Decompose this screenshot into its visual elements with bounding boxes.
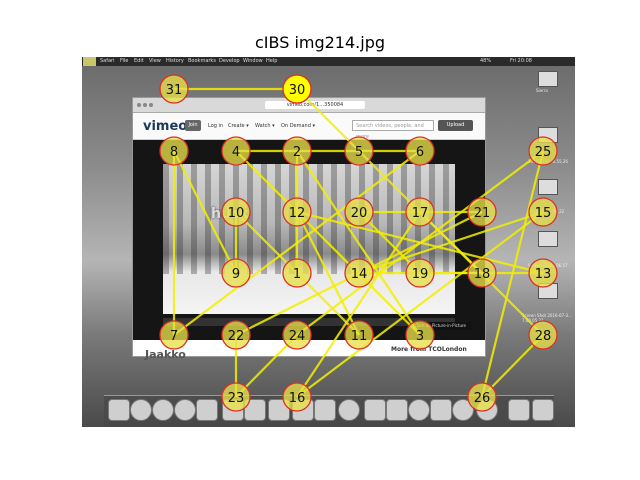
fixation-marker: 15: [528, 197, 558, 227]
fixation-marker: 1: [282, 258, 312, 288]
fixation-label: 10: [228, 206, 245, 221]
fixation-marker: 12: [282, 197, 312, 227]
fixation-marker: 6: [405, 136, 435, 166]
fixation-label: 24: [289, 329, 306, 344]
fixation-marker: 16: [282, 382, 312, 412]
fixation-marker: 4: [221, 136, 251, 166]
fixation-marker: 28: [528, 320, 558, 350]
fixation-marker: 30: [282, 74, 312, 104]
fixation-label: 23: [228, 391, 245, 406]
fixation-marker: 24: [282, 320, 312, 350]
fixation-marker: 23: [221, 382, 251, 412]
fixation-label: 31: [166, 83, 183, 98]
fixation-label: 19: [412, 267, 429, 282]
fixation-label: 13: [535, 267, 552, 282]
fixation-marker: 7: [159, 320, 189, 350]
fixation-label: 20: [351, 206, 368, 221]
fixation-label: 25: [535, 145, 552, 160]
fixation-marker: 17: [405, 197, 435, 227]
fixation-label: 17: [412, 206, 429, 221]
fixation-label: 28: [535, 329, 552, 344]
fixation-marker: 3: [405, 320, 435, 350]
fixation-label: 3: [416, 329, 424, 344]
fixation-label: 9: [232, 267, 240, 282]
scanpath-segment: [296, 150, 544, 336]
fixation-label: 21: [474, 206, 491, 221]
fixation-label: 4: [232, 145, 240, 160]
fixation-overlay: 1234 5 67891011121314151617181920 212223242…: [159, 74, 558, 412]
fixation-label: 8: [170, 145, 178, 160]
fixation-marker: 8: [159, 136, 189, 166]
fixation-label: 2: [293, 145, 301, 160]
fixation-label: 16: [289, 391, 306, 406]
scanpath-segment: [296, 211, 544, 398]
fixation-label: 12: [289, 206, 306, 221]
fixation-marker: 14: [344, 258, 374, 288]
fixation-marker: 26: [467, 382, 497, 412]
fixation-marker: 22: [221, 320, 251, 350]
fixation-label: 30: [289, 83, 306, 98]
fixation-label: 6: [416, 145, 424, 160]
fixation-marker: 21: [467, 197, 497, 227]
fixation-label: 18: [474, 267, 491, 282]
fixation-label: 7: [170, 329, 178, 344]
fixation-label: 22: [228, 329, 245, 344]
scanpath-segment: [235, 150, 421, 336]
fixation-marker: 25: [528, 136, 558, 166]
fixation-marker: 2: [282, 136, 312, 166]
fixation-marker: 9: [221, 258, 251, 288]
fixation-label: 5: [355, 145, 363, 160]
fixation-marker: 10: [221, 197, 251, 227]
fixation-label: 11: [351, 329, 368, 344]
fixation-marker: 19: [405, 258, 435, 288]
fixation-marker: 31: [159, 74, 189, 104]
fixation-marker: 5: [344, 136, 374, 166]
fixation-label: 26: [474, 391, 491, 406]
fixation-marker: 18: [467, 258, 497, 288]
fixation-marker: 11: [344, 320, 374, 350]
fixation-marker: 13: [528, 258, 558, 288]
fixation-label: 1: [293, 267, 301, 282]
fixation-label: 14: [351, 267, 368, 282]
scanpath-segment: [296, 211, 421, 398]
fixation-marker: 20: [344, 197, 374, 227]
fixation-label: 15: [535, 206, 552, 221]
scanpath-segment: [296, 150, 421, 336]
